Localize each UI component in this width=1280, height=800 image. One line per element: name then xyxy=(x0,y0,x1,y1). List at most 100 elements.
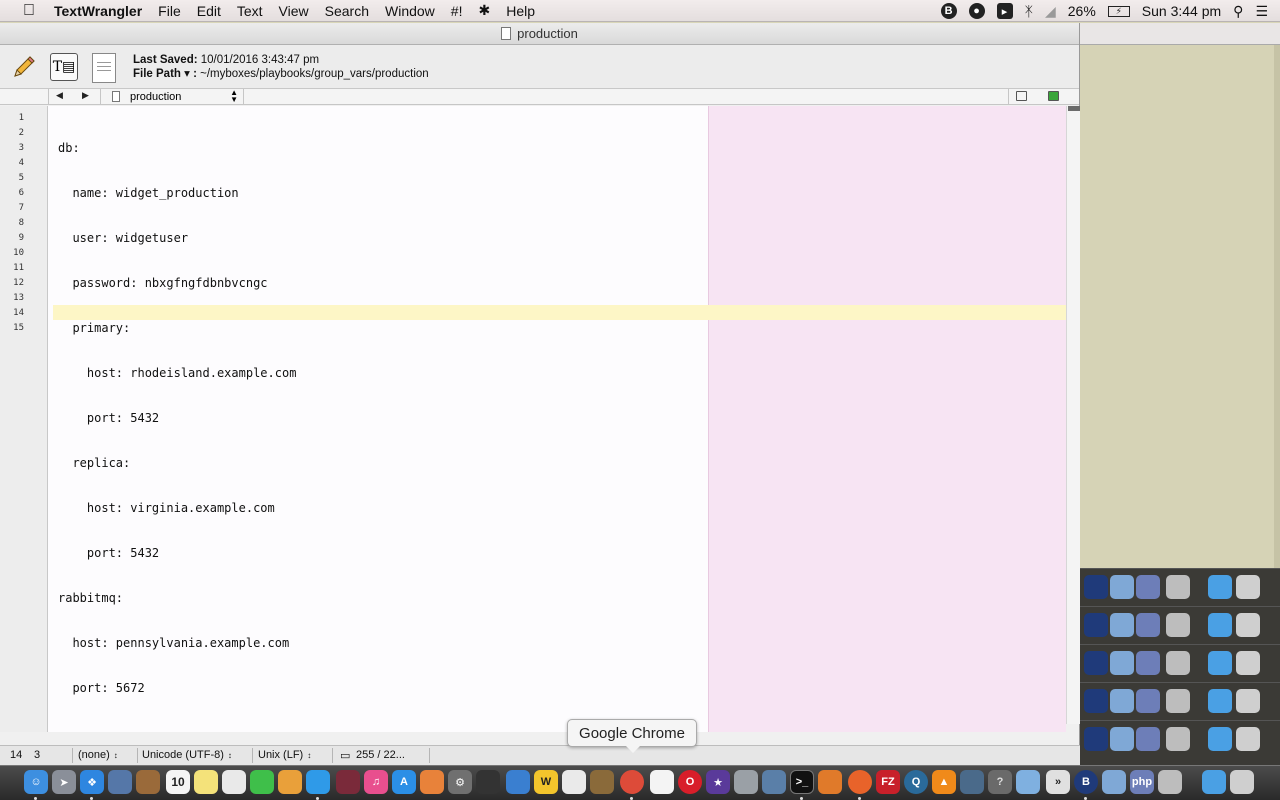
apache-icon[interactable] xyxy=(1166,613,1190,637)
quicktime-icon[interactable]: Q xyxy=(904,770,928,794)
system-preferences-icon[interactable]: ⚙ xyxy=(448,770,472,794)
downloads-folder-icon[interactable] xyxy=(1202,770,1226,794)
trash-icon[interactable] xyxy=(1236,575,1260,599)
bbedit-icon[interactable] xyxy=(1084,575,1108,599)
code-content[interactable]: db: name: widget_production user: widget… xyxy=(58,111,296,732)
reminders-icon[interactable] xyxy=(222,770,246,794)
menu-file[interactable]: File xyxy=(158,3,181,19)
wifi-icon[interactable]: ◢ xyxy=(1045,3,1056,20)
vertical-scrollbar[interactable] xyxy=(1066,106,1080,724)
textedit-icon[interactable] xyxy=(650,770,674,794)
help-icon[interactable]: ? xyxy=(988,770,1012,794)
apache-icon[interactable] xyxy=(1158,770,1182,794)
virtualbox-icon[interactable] xyxy=(1110,727,1134,751)
wordpress-icon[interactable]: W xyxy=(534,770,558,794)
apple-menu-icon[interactable]:  xyxy=(18,2,40,20)
php-icon[interactable] xyxy=(1136,575,1160,599)
menu-window[interactable]: Window xyxy=(385,3,435,19)
google-chrome-icon[interactable] xyxy=(620,770,644,794)
virtualbox-icon[interactable] xyxy=(1110,689,1134,713)
forward-arrow-icon[interactable]: ▶ xyxy=(82,90,89,101)
virtualbox-icon[interactable] xyxy=(1110,575,1134,599)
messages-icon[interactable] xyxy=(306,770,330,794)
window-titlebar[interactable]: production xyxy=(0,23,1079,45)
opera-icon[interactable]: O xyxy=(678,770,702,794)
image-capture-icon[interactable] xyxy=(762,770,786,794)
virtualbox-vm-icon[interactable] xyxy=(1102,770,1126,794)
folder-icon[interactable] xyxy=(1208,689,1232,713)
spotlight-icon[interactable]: ⚲ xyxy=(1233,3,1243,20)
php-icon[interactable]: php xyxy=(1130,770,1154,794)
scrollbar-thumb[interactable] xyxy=(1068,106,1080,111)
pencil-icon[interactable] xyxy=(10,53,38,81)
mail-icon[interactable] xyxy=(734,770,758,794)
document-properties-icon[interactable] xyxy=(92,53,116,83)
trash-icon[interactable] xyxy=(1236,651,1260,675)
bbedit-icon[interactable] xyxy=(1084,651,1108,675)
blender-icon[interactable] xyxy=(818,770,842,794)
terminal-icon[interactable]: >_ xyxy=(790,770,814,794)
trash-icon[interactable] xyxy=(1230,770,1254,794)
menu-help[interactable]: Help xyxy=(506,3,535,19)
document-stats-icon[interactable]: ▭ xyxy=(340,749,350,762)
firefox-icon[interactable] xyxy=(848,770,872,794)
text-editor[interactable]: 1 2 3 4 5 6 7 8 9 10 11 12 13 14 15 db: … xyxy=(0,106,1066,732)
menu-text[interactable]: Text xyxy=(237,3,263,19)
virtualbox-icon[interactable] xyxy=(1110,651,1134,675)
scripteditor-icon[interactable] xyxy=(590,770,614,794)
encoding-selector[interactable]: Unicode (UTF-8) ↕ xyxy=(142,749,232,761)
menu-view[interactable]: View xyxy=(279,3,309,19)
bbedit-icon[interactable] xyxy=(1084,689,1108,713)
safari-icon[interactable]: ❖ xyxy=(80,770,104,794)
bbedit-icon[interactable]: B xyxy=(940,3,957,19)
xcode-instruments-icon[interactable] xyxy=(476,770,500,794)
battery-icon[interactable]: ⚡ xyxy=(1107,5,1130,17)
menu-edit[interactable]: Edit xyxy=(197,3,221,19)
bbedit-icon[interactable] xyxy=(1084,727,1108,751)
apache-icon[interactable] xyxy=(1166,727,1190,751)
virtualbox-icon[interactable] xyxy=(1110,613,1134,637)
facetime-icon[interactable] xyxy=(250,770,274,794)
filezilla-icon[interactable]: FZ xyxy=(876,770,900,794)
launchpad-icon[interactable]: ➤ xyxy=(52,770,76,794)
menu-clock[interactable]: Sun 3:44 pm xyxy=(1142,3,1221,19)
folder-icon[interactable] xyxy=(1208,651,1232,675)
bbedit-icon[interactable]: B xyxy=(1074,770,1098,794)
script-menu-icon[interactable]: ✱ xyxy=(478,2,490,19)
bbedit-icon[interactable] xyxy=(1084,613,1108,637)
trash-icon[interactable] xyxy=(1236,727,1260,751)
function-menu-icon[interactable] xyxy=(1016,91,1027,101)
xcode-icon[interactable] xyxy=(506,770,530,794)
keychain-icon[interactable] xyxy=(562,770,586,794)
menu-app-name[interactable]: TextWrangler xyxy=(54,3,142,19)
folder-icon[interactable] xyxy=(1208,727,1232,751)
apache-icon[interactable] xyxy=(1166,689,1190,713)
counterpart-icon[interactable] xyxy=(1048,91,1059,101)
photos-icon[interactable] xyxy=(278,770,302,794)
imovie-icon[interactable]: ★ xyxy=(706,770,730,794)
language-selector[interactable]: (none) ↕ xyxy=(78,749,118,761)
php-icon[interactable] xyxy=(1136,727,1160,751)
back-arrow-icon[interactable]: ◀ xyxy=(56,90,63,101)
contacts-icon[interactable] xyxy=(136,770,160,794)
remote-desktop-icon[interactable] xyxy=(960,770,984,794)
php-icon[interactable] xyxy=(1136,613,1160,637)
menu-shebang[interactable]: #! xyxy=(451,3,463,19)
finder-icon[interactable]: ☺ xyxy=(24,770,48,794)
menu-search[interactable]: Search xyxy=(325,3,369,19)
photo-booth-icon[interactable] xyxy=(336,770,360,794)
bluetooth-icon[interactable]: ᛡ xyxy=(1025,3,1033,19)
notes-icon[interactable] xyxy=(194,770,218,794)
line-endings-selector[interactable]: Unix (LF) ↕ xyxy=(258,749,311,761)
text-options-icon[interactable]: T▤ xyxy=(50,53,78,81)
php-icon[interactable] xyxy=(1136,651,1160,675)
preview-icon[interactable] xyxy=(108,770,132,794)
airplay-icon[interactable]: ▸ xyxy=(996,3,1013,19)
ibooks-icon[interactable] xyxy=(420,770,444,794)
trash-icon[interactable] xyxy=(1236,613,1260,637)
record-icon[interactable]: ● xyxy=(968,3,985,19)
php-icon[interactable] xyxy=(1136,689,1160,713)
file-path-label[interactable]: File Path ▾ : xyxy=(133,68,197,80)
calendar-icon[interactable]: 10 xyxy=(166,770,190,794)
trash-icon[interactable] xyxy=(1236,689,1260,713)
